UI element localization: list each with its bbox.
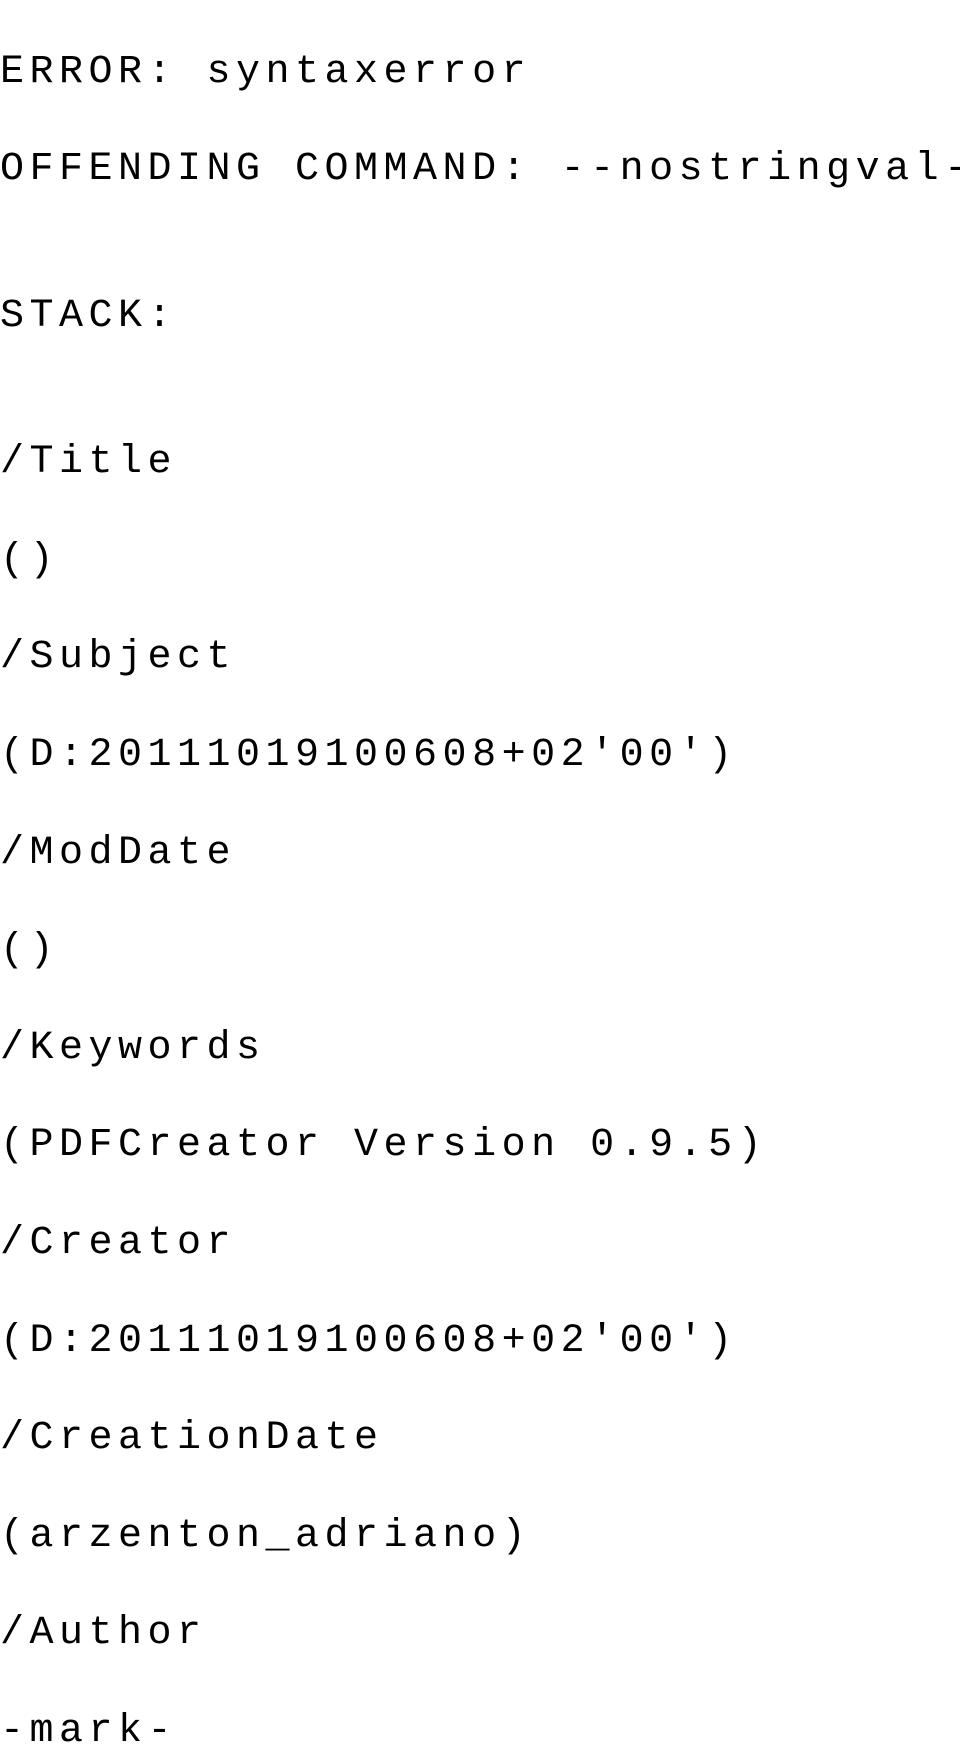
line-creationdate-key: /CreationDate	[0, 1415, 960, 1464]
line-creator-key: /Creator	[0, 1220, 960, 1269]
line-keywords-key: /Keywords	[0, 1025, 960, 1074]
line-author-key: /Author	[0, 1610, 960, 1659]
line-creationdate-value: (arzenton_adriano)	[0, 1513, 960, 1562]
line-title-value: ()	[0, 537, 960, 586]
line-offending-command: OFFENDING COMMAND: --nostringval--	[0, 146, 960, 195]
line-subject-key: /Subject	[0, 634, 960, 683]
error-dump-text: ERROR: syntaxerror OFFENDING COMMAND: --…	[0, 0, 960, 1758]
line-error: ERROR: syntaxerror	[0, 49, 960, 98]
line-keywords-value: (PDFCreator Version 0.9.5)	[0, 1122, 960, 1171]
line-subject-value: (D:20111019100608+02'00')	[0, 732, 960, 781]
line-creator-value: (D:20111019100608+02'00')	[0, 1318, 960, 1367]
line-title-key: /Title	[0, 439, 960, 488]
line-moddate-value: ()	[0, 927, 960, 976]
line-stack-header: STACK:	[0, 293, 960, 342]
line-mark: -mark-	[0, 1708, 960, 1757]
line-moddate-key: /ModDate	[0, 830, 960, 879]
